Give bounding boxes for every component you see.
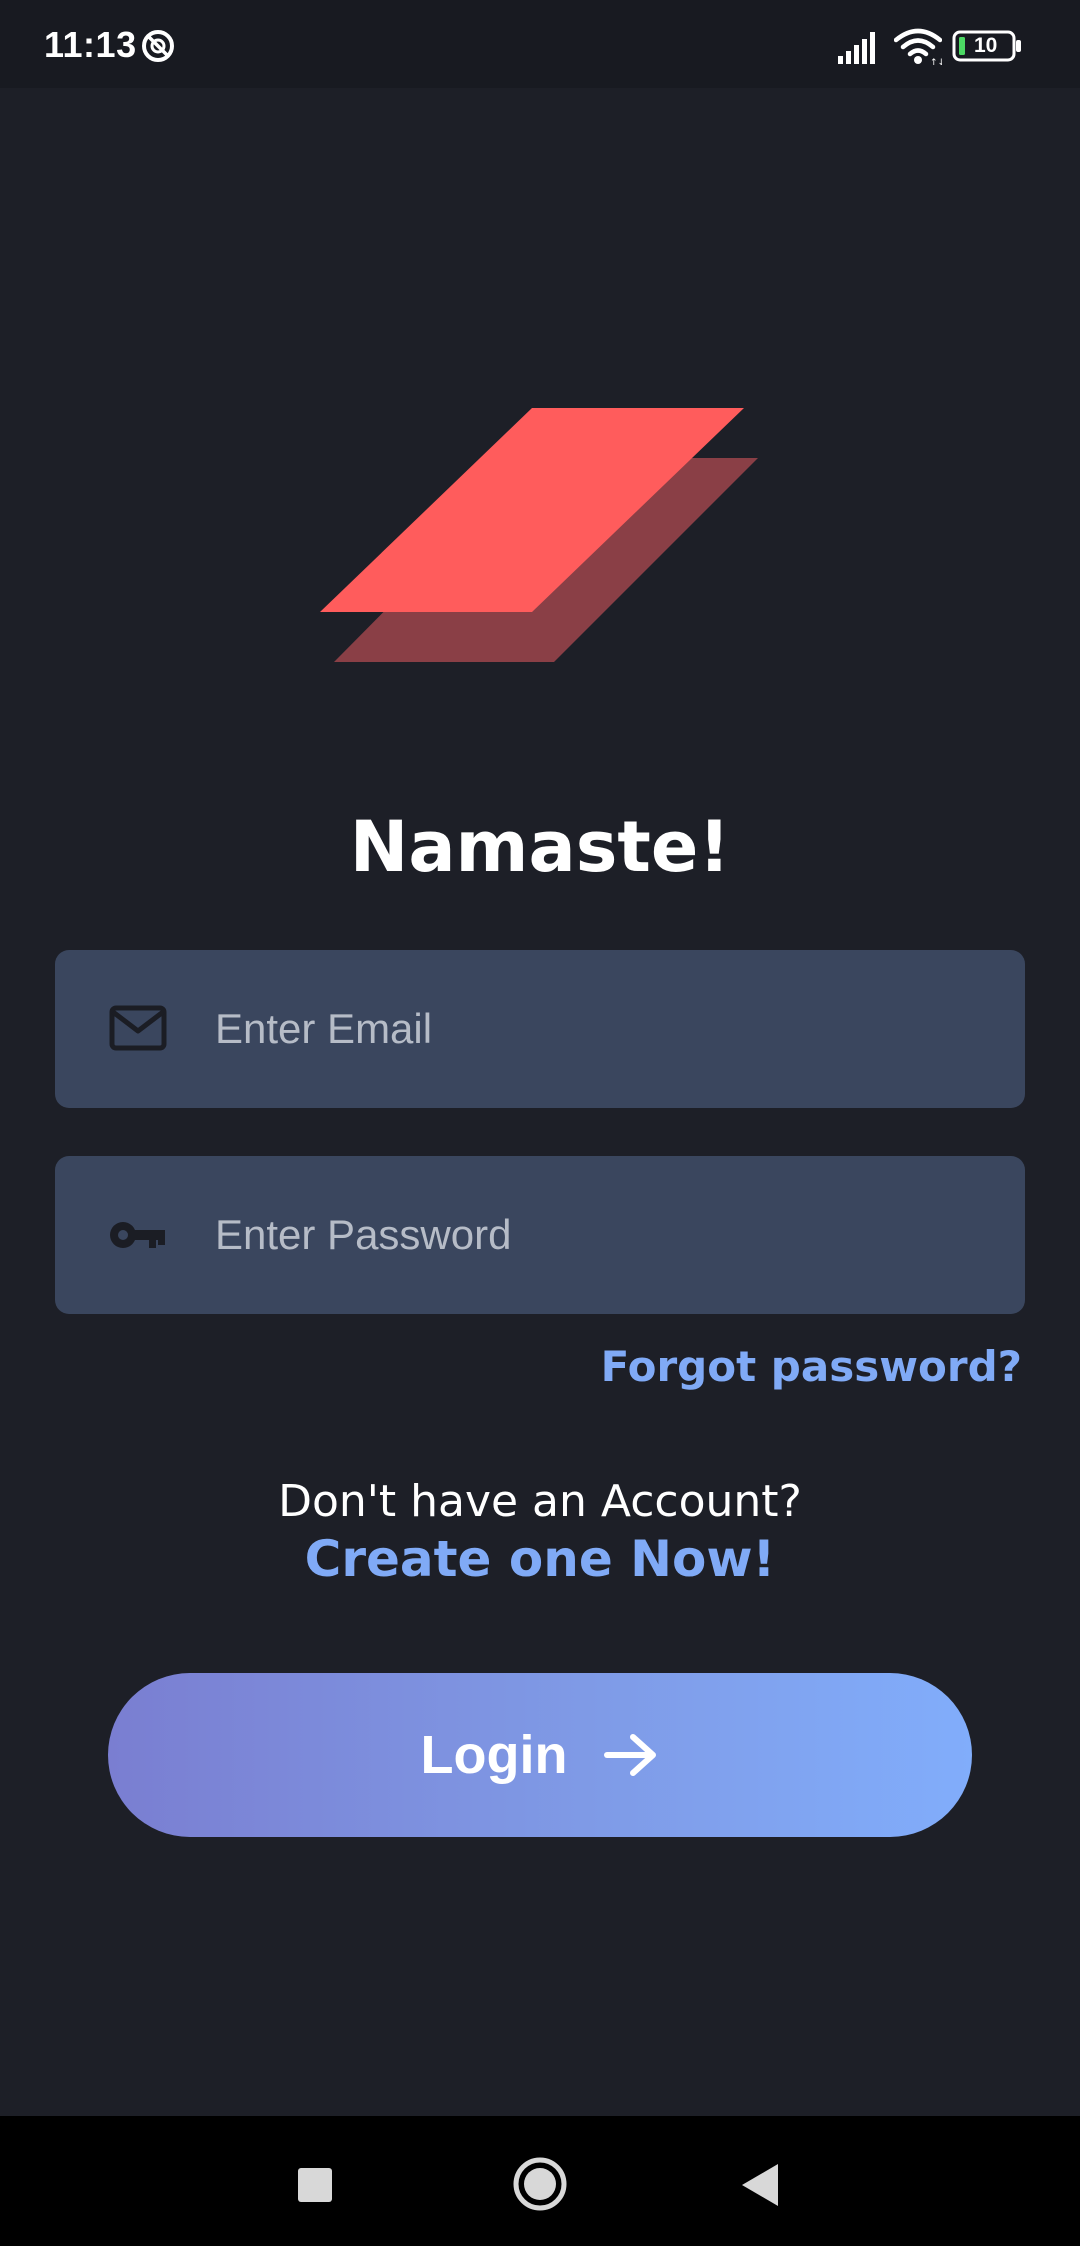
signal-icon xyxy=(838,32,875,64)
arrow-right-icon xyxy=(604,1734,657,1776)
forgot-password-link[interactable]: Forgot password? xyxy=(601,1342,1022,1391)
svg-text:↑↓: ↑↓ xyxy=(930,58,942,66)
wifi-icon: ↑↓ xyxy=(894,28,942,66)
layers-logo xyxy=(320,408,758,662)
status-time: 11:13 xyxy=(44,24,137,65)
password-field[interactable] xyxy=(55,1156,1025,1314)
status-bar: 11:13 ↑↓ 10 xyxy=(0,0,1080,88)
key-icon xyxy=(110,1222,165,1248)
recents-icon[interactable] xyxy=(296,2166,334,2204)
login-button[interactable]: Login xyxy=(108,1673,972,1837)
create-account-link[interactable]: Create one Now! xyxy=(0,1530,1080,1588)
email-input[interactable] xyxy=(215,950,995,1108)
do-not-disturb-icon xyxy=(142,30,174,62)
email-field[interactable] xyxy=(55,950,1025,1108)
login-screen: 11:13 ↑↓ 10 Namaste! Enter Email Forgot … xyxy=(0,0,1080,2246)
back-icon[interactable] xyxy=(740,2162,780,2208)
navigation-bar xyxy=(0,2116,1080,2246)
mail-icon xyxy=(109,1005,167,1051)
no-account-text: Don't have an Account? xyxy=(278,1476,802,1527)
password-input[interactable] xyxy=(215,1156,995,1314)
battery-level: 10 xyxy=(974,34,998,57)
home-icon[interactable] xyxy=(512,2156,568,2212)
login-button-label: Login xyxy=(420,1725,568,1785)
page-title: Namaste! xyxy=(349,806,731,888)
